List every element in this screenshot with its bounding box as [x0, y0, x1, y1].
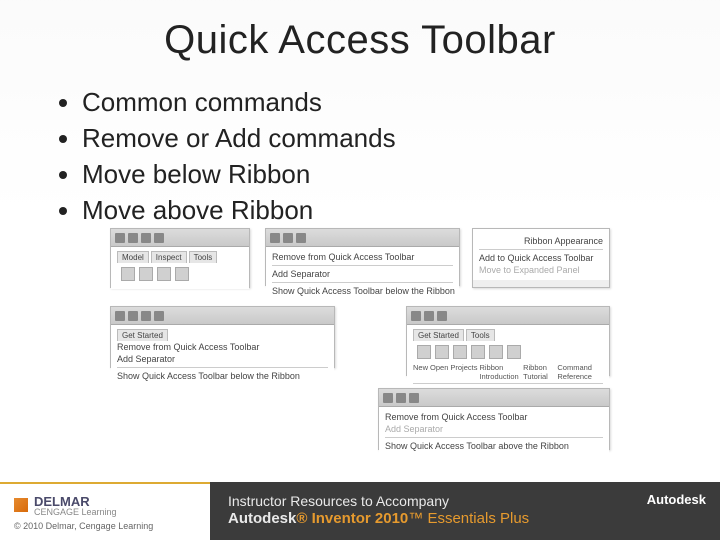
delmar-logo-icon: [14, 498, 28, 512]
menu-item-label: Add Separator: [117, 353, 328, 365]
footer-left: DELMAR CENGAGE Learning © 2010 Delmar, C…: [0, 482, 210, 540]
brand-sub: CENGAGE Learning: [34, 507, 117, 517]
menu-item-label: Remove from Quick Access Toolbar: [117, 341, 328, 353]
autodesk-logo: Autodesk: [647, 492, 706, 508]
bullet-item: Common commands: [82, 85, 720, 121]
button-label: Command Reference: [557, 363, 603, 381]
screenshot-panel-5: Get Started Tools New Open Projects Ribb…: [406, 306, 610, 376]
menu-item-label: Show Quick Access Toolbar below the Ribb…: [272, 285, 453, 297]
tab-label: Get Started: [117, 329, 168, 341]
menu-item-label: Show Quick Access Toolbar above the Ribb…: [385, 440, 603, 452]
tab-label: Get Started: [413, 329, 464, 341]
button-label: New: [413, 363, 428, 381]
menu-item-label: Show Quick Access Toolbar below the Ribb…: [117, 370, 328, 382]
footer-line2: Autodesk® Inventor 2010™ Essentials Plus: [228, 510, 720, 529]
menu-item-label: Add to Quick Access Toolbar: [479, 252, 603, 264]
screenshot-panel-2: Remove from Quick Access Toolbar Add Sep…: [265, 228, 460, 286]
button-label: Ribbon Introduction: [479, 363, 521, 381]
screenshot-panel-3: Ribbon Appearance Add to Quick Access To…: [472, 228, 610, 288]
footer-right: Autodesk Instructor Resources to Accompa…: [210, 482, 720, 540]
tab-label: Tools: [466, 329, 495, 341]
screenshot-panel-6: Remove from Quick Access Toolbar Add Sep…: [378, 388, 610, 450]
menu-item-label: Remove from Quick Access Toolbar: [385, 411, 603, 423]
menu-item-label: Add Separator: [272, 268, 453, 280]
delmar-logo: DELMAR CENGAGE Learning: [14, 494, 210, 517]
button-label: Open: [430, 363, 448, 381]
menu-item-label: Add Separator: [385, 423, 603, 435]
tab-label: Inspect: [151, 251, 187, 263]
menu-item-label: Remove from Quick Access Toolbar: [272, 251, 453, 263]
screenshot-panel-4: Get Started Remove from Quick Access Too…: [110, 306, 335, 368]
screenshot-panel-1: Model Inspect Tools: [110, 228, 250, 288]
tab-label: Tools: [189, 251, 218, 263]
menu-item-label: Ribbon Appearance: [479, 235, 603, 247]
slide-title: Quick Access Toolbar: [0, 0, 720, 63]
screenshot-cluster: Model Inspect Tools Remove from Quick Ac…: [110, 228, 610, 458]
copyright: © 2010 Delmar, Cengage Learning: [14, 521, 210, 531]
footer: DELMAR CENGAGE Learning © 2010 Delmar, C…: [0, 482, 720, 540]
slide: Quick Access Toolbar Common commands Rem…: [0, 0, 720, 540]
bullet-item: Remove or Add commands: [82, 121, 720, 157]
menu-item-label: Move to Expanded Panel: [479, 264, 603, 276]
tab-label: Model: [117, 251, 149, 263]
bullet-list: Common commands Remove or Add commands M…: [60, 85, 720, 229]
bullet-item: Move below Ribbon: [82, 157, 720, 193]
button-label: Ribbon Tutorial: [523, 363, 555, 381]
button-label: Projects: [450, 363, 477, 381]
bullet-item: Move above Ribbon: [82, 193, 720, 229]
